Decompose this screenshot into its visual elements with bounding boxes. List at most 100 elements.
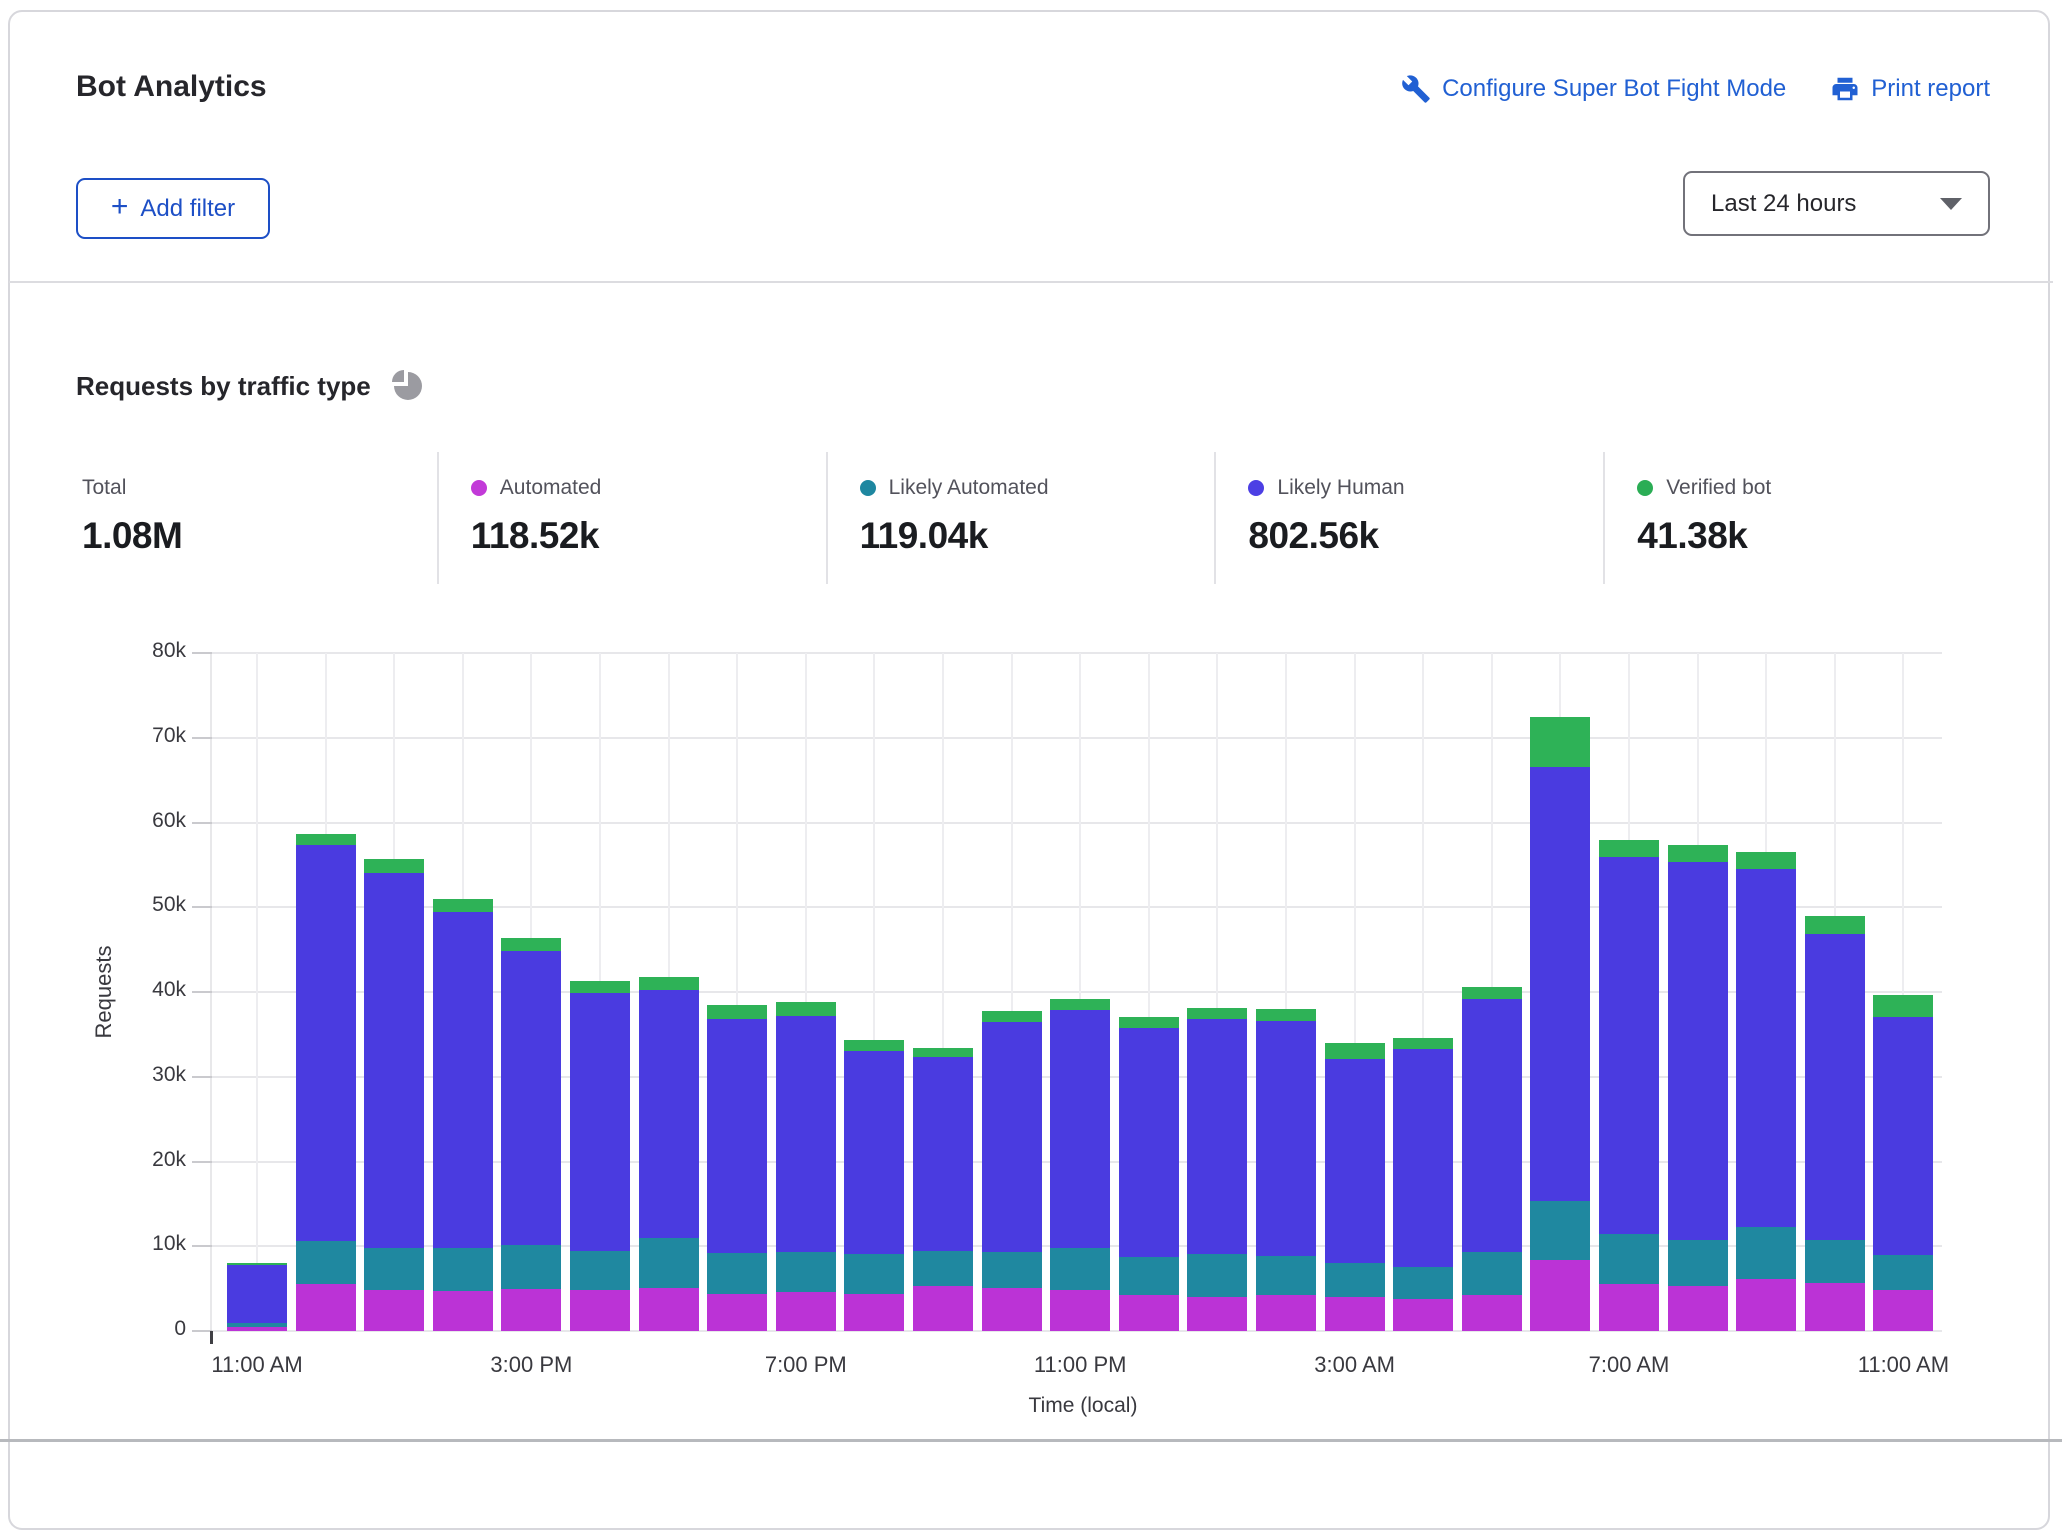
stat-label-row: Likely Automated	[860, 476, 1205, 500]
stat-label: Likely Automated	[889, 476, 1049, 500]
stat-label-row: Likely Human	[1248, 476, 1593, 500]
add-filter-button[interactable]: + Add filter	[76, 178, 270, 239]
bar-column	[227, 1263, 287, 1331]
stat-verified-bot[interactable]: Verified bot 41.38k	[1603, 452, 1992, 584]
bar-segment-automated	[296, 1284, 356, 1331]
verified-bot-legend-dot	[1637, 480, 1653, 496]
bar-segment-likely-automated	[982, 1252, 1042, 1288]
bar-segment-likely-human	[776, 1016, 836, 1253]
bar-column	[707, 1005, 767, 1331]
y-tick	[192, 991, 212, 993]
bar-segment-verified-bot	[982, 1011, 1042, 1022]
bar-column	[296, 834, 356, 1331]
bar-segment-likely-automated	[1805, 1240, 1865, 1283]
stat-label: Likely Human	[1277, 476, 1404, 500]
bar-segment-verified-bot	[570, 981, 630, 993]
time-range-value: Last 24 hours	[1711, 190, 1856, 218]
bar-segment-verified-bot	[776, 1002, 836, 1016]
bar-segment-automated	[1530, 1260, 1590, 1331]
bar-column	[1393, 1038, 1453, 1331]
y-tick-label: 70k	[62, 724, 186, 748]
y-tick-label: 50k	[62, 893, 186, 917]
bar-segment-likely-automated	[707, 1253, 767, 1294]
bar-segment-verified-bot	[1050, 999, 1110, 1010]
bar-segment-automated	[776, 1292, 836, 1331]
bar-column	[1736, 852, 1796, 1331]
bar-segment-automated	[1119, 1295, 1179, 1331]
x-tick-label: 11:00 PM	[1034, 1352, 1127, 1378]
header-links: Configure Super Bot Fight Mode Print rep…	[1401, 74, 1990, 104]
bar-segment-likely-human	[1256, 1021, 1316, 1256]
likely-automated-legend-dot	[860, 480, 876, 496]
bar-segment-likely-automated	[501, 1245, 561, 1288]
bar-segment-likely-automated	[1325, 1263, 1385, 1297]
bar-segment-automated	[1873, 1290, 1933, 1331]
bar-segment-automated	[1187, 1297, 1247, 1331]
bar-segment-automated	[844, 1294, 904, 1331]
bar-segment-likely-automated	[1530, 1201, 1590, 1260]
bar-segment-automated	[982, 1288, 1042, 1331]
bar-column	[844, 1040, 904, 1331]
bar-segment-automated	[1668, 1286, 1728, 1331]
x-tick-label: 11:00 AM	[211, 1352, 302, 1378]
bar-segment-likely-automated	[433, 1248, 493, 1291]
stat-label-row: Total	[82, 476, 427, 500]
bar-segment-likely-automated	[1393, 1267, 1453, 1299]
stat-likely-human[interactable]: Likely Human802.56k	[1214, 452, 1603, 584]
bar-segment-verified-bot	[1530, 717, 1590, 767]
print-link-label: Print report	[1871, 75, 1990, 103]
bar-column	[501, 938, 561, 1331]
bar-column	[1668, 845, 1728, 1331]
bar-segment-likely-human	[296, 845, 356, 1242]
bar-segment-likely-automated	[1119, 1257, 1179, 1294]
stat-value: 1.08M	[82, 515, 427, 557]
y-tick-label: 10k	[62, 1232, 186, 1256]
bar-column	[1187, 1008, 1247, 1331]
bar-segment-likely-automated	[570, 1251, 630, 1291]
bar-segment-likely-human	[1873, 1017, 1933, 1254]
bar-segment-likely-human	[1462, 999, 1522, 1252]
bar-segment-likely-automated	[1462, 1252, 1522, 1295]
bar-segment-likely-human	[844, 1051, 904, 1254]
bar-segment-likely-automated	[776, 1252, 836, 1292]
configure-link-label: Configure Super Bot Fight Mode	[1442, 75, 1786, 103]
bar-segment-likely-human	[364, 873, 424, 1248]
bar-column	[1050, 999, 1110, 1331]
bar-segment-likely-human	[1668, 862, 1728, 1240]
bar-segment-automated	[1462, 1295, 1522, 1331]
time-range-select[interactable]: Last 24 hours	[1683, 171, 1990, 236]
bar-segment-automated	[570, 1290, 630, 1331]
y-tick-label: 60k	[62, 809, 186, 833]
print-report-link[interactable]: Print report	[1830, 74, 1990, 104]
bar-column	[1599, 840, 1659, 1331]
x-axis-title: Time (local)	[1029, 1394, 1138, 1418]
stat-label: Verified bot	[1666, 476, 1771, 500]
stat-automated[interactable]: Automated118.52k	[437, 452, 826, 584]
printer-icon	[1830, 74, 1860, 104]
configure-super-bot-fight-mode-link[interactable]: Configure Super Bot Fight Mode	[1401, 74, 1786, 104]
bar-segment-likely-human	[501, 951, 561, 1246]
y-tick	[192, 1076, 212, 1078]
chevron-down-icon	[1940, 198, 1962, 210]
stat-likely-automated[interactable]: Likely Automated119.04k	[826, 452, 1215, 584]
stat-value: 41.38k	[1637, 515, 1982, 557]
x-tick-label: 3:00 PM	[490, 1352, 572, 1378]
bar-segment-likely-automated	[1873, 1255, 1933, 1291]
bar-segment-automated	[1599, 1284, 1659, 1331]
stat-total[interactable]: Total 1.08M	[76, 452, 437, 584]
add-filter-label: Add filter	[140, 195, 235, 223]
bar-segment-verified-bot	[1462, 987, 1522, 999]
bar-column	[433, 899, 493, 1331]
bar-segment-likely-automated	[1187, 1254, 1247, 1297]
bar-segment-verified-bot	[1393, 1038, 1453, 1049]
bar-column	[776, 1002, 836, 1331]
section-heading-label: Requests by traffic type	[76, 371, 371, 402]
bar-segment-verified-bot	[433, 899, 493, 913]
x-tick-label: 11:00 AM	[1858, 1352, 1949, 1378]
bar-segment-likely-automated	[1599, 1234, 1659, 1285]
bar-segment-automated	[913, 1286, 973, 1331]
bar-segment-verified-bot	[1256, 1009, 1316, 1021]
bar-segment-automated	[639, 1288, 699, 1331]
bar-segment-verified-bot	[1187, 1008, 1247, 1019]
likely-human-legend-dot	[1248, 480, 1264, 496]
